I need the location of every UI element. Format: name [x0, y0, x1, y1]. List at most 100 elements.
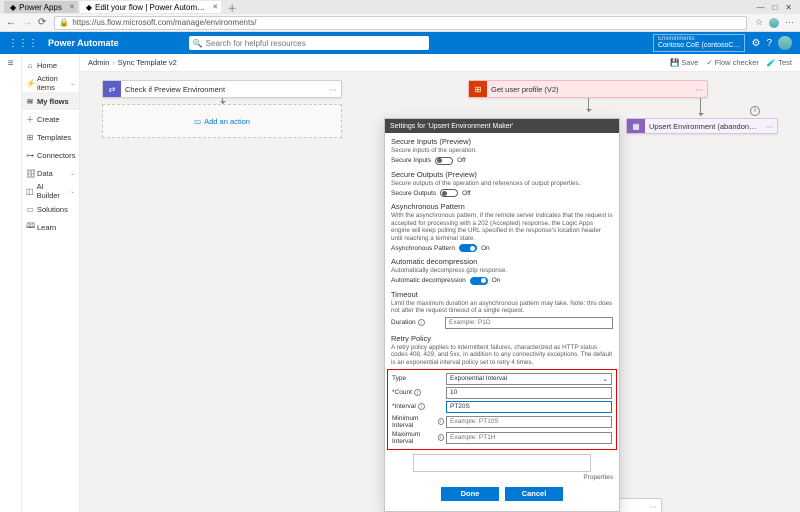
info-icon[interactable]: i [438, 418, 444, 425]
nav-fwd-icon: → [22, 17, 32, 28]
secure-outputs-toggle[interactable] [440, 189, 458, 197]
duration-label: Duration [391, 319, 416, 326]
add-action-label: Add an action [204, 117, 250, 126]
nav-label: My flows [37, 97, 69, 106]
settings-header: Settings for 'Upsert Environment Maker' [385, 119, 619, 133]
info-icon[interactable]: i [438, 434, 444, 441]
nav-label: Action items [37, 74, 67, 92]
retry-type-value: Exponential Interval [450, 375, 507, 382]
info-icon[interactable]: i [418, 403, 425, 410]
nav-label: AI Builder [37, 182, 67, 200]
nav-icon: 🕮 [26, 220, 34, 234]
timeout-title: Timeout [391, 290, 613, 299]
nav-item-learn[interactable]: 🕮Learn [22, 218, 79, 236]
info-icon[interactable]: i [750, 106, 760, 116]
nav-item-connectors[interactable]: ⊶Connectors [22, 146, 79, 164]
duration-input[interactable] [445, 317, 613, 329]
secure-outputs-desc: Secure outputs of the operation and refe… [391, 180, 613, 188]
browser-avatar[interactable] [769, 18, 779, 28]
connector-arrow [588, 98, 589, 112]
extra-box [413, 454, 591, 472]
nav-item-solutions[interactable]: ▭Solutions [22, 200, 79, 218]
action-label: Upsert Environment (abandoned) [645, 122, 762, 131]
retry-max-input[interactable] [446, 432, 612, 444]
nav-icon: ＋ [26, 114, 34, 125]
nav-label: Home [37, 61, 57, 70]
retry-type-select[interactable]: Exponential Interval ⌄ [446, 373, 612, 385]
hamburger-icon[interactable]: ≡ [8, 58, 14, 69]
nav-item-ai-builder[interactable]: ◫AI Builder⌄ [22, 182, 79, 200]
browser-tab-1[interactable]: ◆ Edit your flow | Power Autom… ✕ [80, 1, 221, 13]
action-label: Get user profile (V2) [487, 85, 692, 94]
gear-icon[interactable]: ⚙ [751, 38, 760, 49]
retry-interval-input[interactable] [446, 401, 612, 413]
search-icon: 🔍 [193, 39, 203, 48]
nav-item-action-items[interactable]: ⚡Action items⌄ [22, 74, 79, 92]
auto-toggle[interactable] [470, 277, 488, 285]
more-icon[interactable]: ⋯ [326, 85, 342, 94]
settings-panel: Settings for 'Upsert Environment Maker' … [384, 118, 620, 512]
breadcrumb-root[interactable]: Admin [88, 58, 109, 67]
side-nav: ⌂Home⚡Action items⌄≋My flows＋Create⊞Temp… [22, 54, 80, 512]
add-icon: ▭ [194, 117, 201, 126]
retry-min-input[interactable] [446, 416, 612, 428]
close-icon[interactable]: ✕ [212, 3, 218, 11]
add-action-zone[interactable]: ▭ Add an action [102, 104, 342, 138]
canvas: Admin › Sync Template v2 💾 Save ✓ Flow c… [80, 54, 800, 512]
avatar[interactable] [778, 36, 792, 50]
more-icon[interactable]: ⋯ [762, 122, 778, 131]
tab-title: Power Apps [19, 3, 62, 12]
toggle-label: Automatic decompression [391, 277, 466, 284]
window-max-button[interactable]: □ [772, 3, 777, 12]
env-label: Environments [658, 36, 740, 43]
nav-icon: ⚡ [26, 79, 34, 88]
url-text: https://us.flow.microsoft.com/manage/env… [72, 18, 256, 27]
secure-inputs-toggle[interactable] [435, 157, 453, 165]
async-toggle[interactable] [459, 244, 477, 252]
chevron-right-icon: › [112, 58, 115, 67]
nav-item-data[interactable]: 🗄Data⌄ [22, 164, 79, 182]
test-button[interactable]: 🧪 Test [767, 58, 792, 67]
info-icon[interactable]: i [414, 389, 421, 396]
done-button[interactable]: Done [441, 487, 499, 501]
more-icon[interactable]: ⋯ [646, 502, 662, 511]
action-label: Check if Preview Environment [121, 85, 326, 94]
nav-item-home[interactable]: ⌂Home [22, 56, 79, 74]
browser-tab-0[interactable]: ◆ Power Apps ✕ [4, 1, 78, 13]
info-icon[interactable]: i [418, 319, 425, 326]
flow-checker-button[interactable]: ✓ Flow checker [706, 58, 758, 67]
favorite-icon[interactable]: ☆ [755, 17, 763, 28]
window-close-button[interactable]: ✕ [785, 3, 792, 12]
more-icon[interactable]: ⋯ [692, 85, 708, 94]
browser-menu-icon[interactable]: ⋯ [785, 17, 794, 28]
highlight-box: Type Exponential Interval ⌄ *Counti *Int… [387, 369, 617, 450]
retry-count-input[interactable] [446, 387, 612, 399]
close-icon[interactable]: ✕ [69, 3, 75, 11]
nav-label: Solutions [37, 205, 68, 214]
app-launcher-icon[interactable]: ⋮⋮⋮ [8, 38, 38, 49]
auto-title: Automatic decompression [391, 257, 613, 266]
tab-icon: ◆ [86, 3, 92, 12]
retry-type-label: Type [392, 375, 406, 382]
action-check-preview[interactable]: ⇄ Check if Preview Environment ⋯ [102, 80, 342, 98]
window-min-button[interactable]: — [756, 3, 764, 12]
side-rail: ≡ [0, 54, 22, 512]
cancel-button[interactable]: Cancel [505, 487, 563, 501]
nav-back-icon[interactable]: ← [6, 17, 16, 28]
nav-item-my-flows[interactable]: ≋My flows [22, 92, 79, 110]
nav-item-create[interactable]: ＋Create [22, 110, 79, 128]
new-tab-button[interactable]: ＋ [223, 0, 241, 15]
search-input[interactable]: 🔍 Search for helpful resources [189, 36, 429, 50]
properties-link[interactable]: Properties [391, 472, 613, 483]
chevron-down-icon: ⌄ [603, 375, 608, 383]
environment-picker[interactable]: Environments Contoso CoE (contosoC… [653, 34, 745, 52]
action-upsert-abandoned[interactable]: ▦ Upsert Environment (abandoned) ⋯ [626, 118, 778, 134]
save-button[interactable]: 💾 Save [670, 58, 698, 67]
help-icon[interactable]: ? [766, 38, 772, 49]
action-get-user-profile[interactable]: ⊞ Get user profile (V2) ⋯ [468, 80, 708, 98]
address-bar[interactable]: 🔒 https://us.flow.microsoft.com/manage/e… [54, 16, 747, 30]
tab-title: Edit your flow | Power Autom… [95, 3, 205, 12]
nav-item-templates[interactable]: ⊞Templates [22, 128, 79, 146]
office-icon: ⊞ [469, 81, 487, 97]
nav-refresh-icon[interactable]: ⟳ [38, 17, 46, 28]
